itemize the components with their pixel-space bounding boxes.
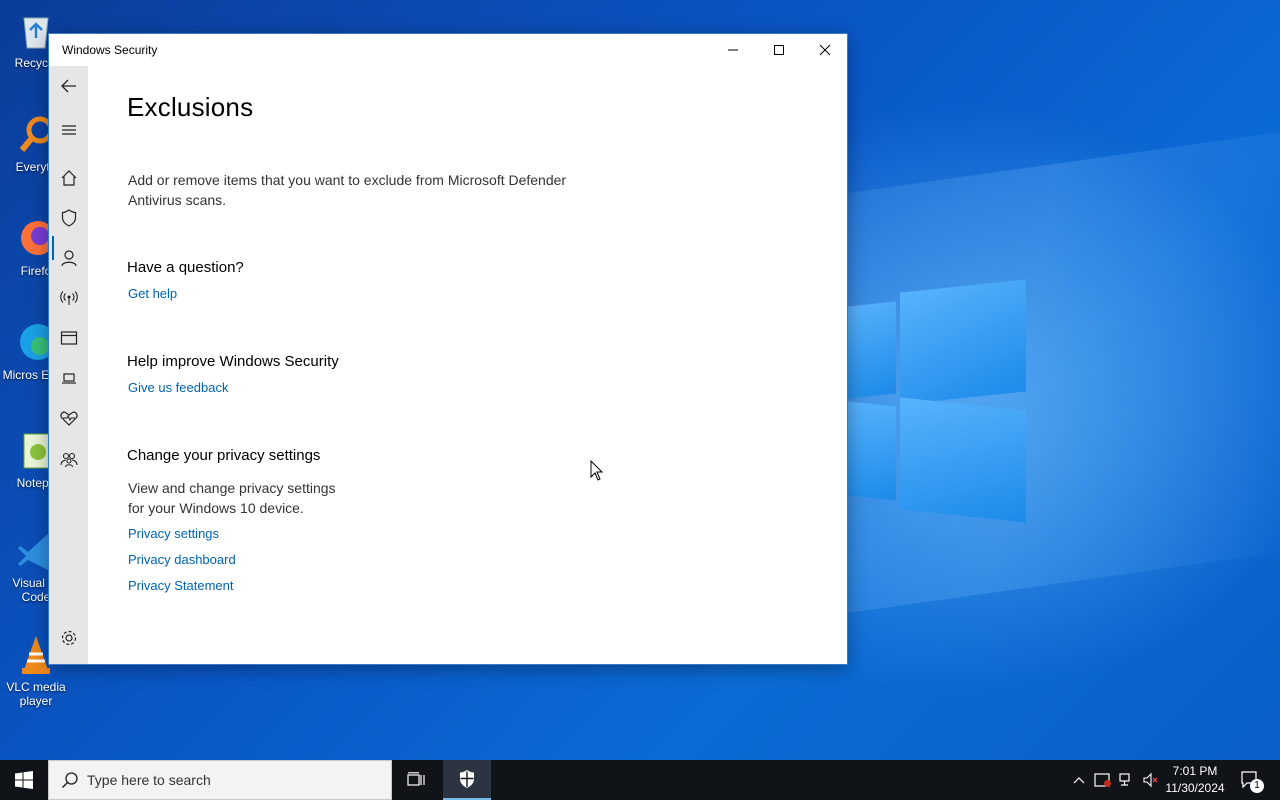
privacy-heading: Change your privacy settings bbox=[127, 447, 321, 464]
nav-app-browser[interactable] bbox=[59, 328, 79, 348]
taskbar-search-box[interactable]: Type here to search bbox=[48, 760, 392, 800]
shield-icon bbox=[61, 209, 77, 227]
heart-pulse-icon bbox=[60, 411, 78, 426]
nav-home[interactable] bbox=[59, 168, 79, 188]
get-help-link[interactable]: Get help bbox=[128, 286, 177, 301]
chevron-up-icon bbox=[1073, 777, 1085, 784]
nav-settings[interactable] bbox=[59, 628, 79, 648]
hamburger-menu-icon bbox=[62, 125, 76, 135]
windows-logo-wallpaper bbox=[848, 279, 1028, 523]
laptop-icon bbox=[62, 373, 76, 384]
back-arrow-icon bbox=[61, 79, 76, 93]
show-hidden-icons-button[interactable] bbox=[1068, 760, 1090, 800]
window-title: Windows Security bbox=[62, 43, 158, 57]
wireless-icon bbox=[60, 291, 78, 305]
start-button[interactable] bbox=[0, 760, 48, 800]
nav-virus-protection[interactable] bbox=[59, 208, 79, 228]
action-center-button[interactable]: 1 bbox=[1234, 760, 1268, 800]
maximize-button[interactable] bbox=[756, 34, 802, 66]
close-button[interactable] bbox=[802, 34, 848, 66]
nav-selection-indicator bbox=[52, 236, 54, 260]
volume-muted-icon bbox=[1143, 772, 1158, 788]
home-icon bbox=[61, 170, 77, 186]
nav-family-options[interactable] bbox=[59, 449, 79, 469]
person-icon bbox=[61, 250, 77, 267]
gear-icon bbox=[61, 630, 77, 646]
task-view-icon bbox=[407, 772, 425, 786]
family-icon bbox=[60, 452, 78, 468]
close-icon bbox=[819, 44, 831, 56]
security-alert-icon bbox=[1094, 773, 1111, 787]
tray-volume[interactable] bbox=[1140, 760, 1162, 800]
navigation-rail bbox=[49, 66, 88, 664]
maximize-icon bbox=[774, 45, 784, 55]
back-button[interactable] bbox=[59, 76, 79, 96]
question-heading: Have a question? bbox=[127, 259, 244, 276]
windows-start-icon bbox=[15, 771, 33, 789]
privacy-settings-link[interactable]: Privacy settings bbox=[128, 526, 219, 541]
page-title: Exclusions bbox=[127, 92, 254, 122]
nav-device-health[interactable] bbox=[59, 408, 79, 428]
nav-account-protection[interactable] bbox=[59, 248, 79, 268]
privacy-statement-link[interactable]: Privacy Statement bbox=[128, 578, 234, 593]
privacy-text-line-1: View and change privacy settings bbox=[128, 480, 336, 496]
feedback-link[interactable]: Give us feedback bbox=[128, 380, 228, 395]
nav-device-security[interactable] bbox=[59, 368, 79, 388]
search-icon bbox=[61, 772, 78, 789]
search-placeholder: Type here to search bbox=[87, 772, 211, 788]
nav-firewall[interactable] bbox=[59, 288, 79, 308]
privacy-dashboard-link[interactable]: Privacy dashboard bbox=[128, 552, 236, 567]
improve-heading: Help improve Windows Security bbox=[127, 353, 339, 370]
windows-security-shield-icon bbox=[460, 770, 474, 788]
privacy-text-line-2: for your Windows 10 device. bbox=[128, 500, 304, 516]
title-bar[interactable]: Windows Security bbox=[49, 34, 847, 66]
page-description-line-2: Antivirus scans. bbox=[128, 192, 227, 208]
clock-time: 7:01 PM bbox=[1172, 764, 1218, 778]
desktop-icon-label: VLC media player bbox=[6, 680, 66, 708]
clock-date: 11/30/2024 bbox=[1165, 781, 1225, 795]
minimize-button[interactable] bbox=[710, 34, 756, 66]
taskbar-clock[interactable]: 7:01 PM 11/30/2024 bbox=[1160, 763, 1230, 797]
notification-count-badge: 1 bbox=[1250, 779, 1264, 793]
taskbar-windows-security[interactable] bbox=[443, 760, 491, 800]
menu-button[interactable] bbox=[59, 120, 79, 140]
network-icon bbox=[1119, 773, 1130, 786]
taskbar: Type here to search 7:01 PM 11/30/2024 1 bbox=[0, 760, 1280, 800]
windows-security-window: Windows Security Exclusions Add or remov… bbox=[48, 33, 848, 665]
tray-network[interactable] bbox=[1116, 760, 1138, 800]
minimize-icon bbox=[728, 49, 738, 51]
app-browser-icon bbox=[60, 331, 78, 345]
page-description-line-1: Add or remove items that you want to exc… bbox=[128, 172, 567, 188]
mouse-cursor-icon bbox=[590, 460, 604, 481]
task-view-button[interactable] bbox=[392, 760, 440, 800]
tray-security-alert[interactable] bbox=[1092, 760, 1114, 800]
